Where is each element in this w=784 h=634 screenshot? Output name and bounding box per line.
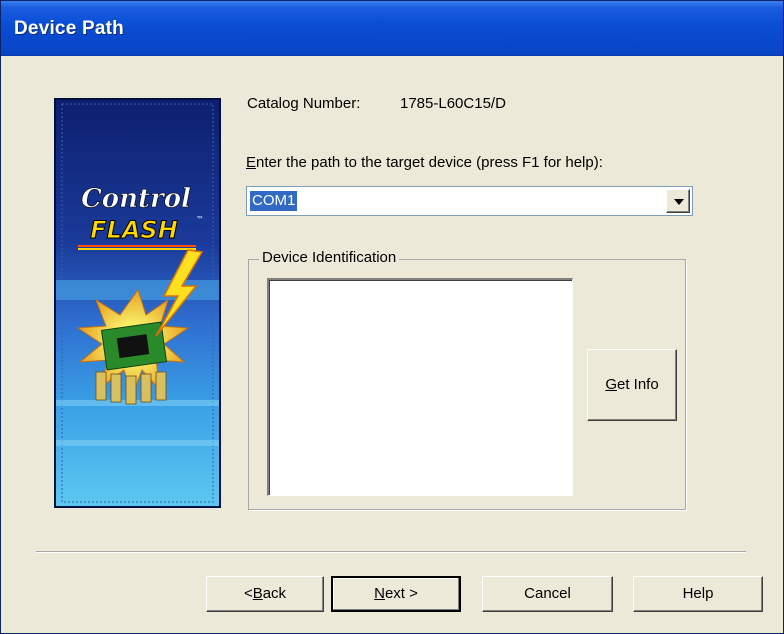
next-rest: ext >: [384, 585, 418, 602]
cancel-button[interactable]: Cancel: [482, 576, 613, 612]
back-button[interactable]: < Back: [206, 576, 324, 612]
back-mnemonic: B: [252, 585, 263, 602]
control-flash-logo: Control FLASH ™: [56, 100, 219, 506]
footer-separator: [36, 551, 746, 553]
get-info-button[interactable]: Get Info: [587, 349, 677, 421]
logo-line1: Control: [81, 184, 191, 214]
back-prefix: <: [243, 585, 253, 602]
catalog-number-value: 1785-L60C15/D: [400, 95, 506, 112]
back-rest: ack: [262, 585, 287, 602]
next-button[interactable]: Next >: [331, 576, 461, 612]
get-info-rest: et Info: [616, 376, 659, 393]
catalog-number-label: Catalog Number:: [247, 95, 361, 112]
help-button[interactable]: Help: [633, 576, 763, 612]
next-mnemonic: N: [374, 585, 385, 602]
device-identification-label: Device Identification: [259, 249, 400, 266]
logo-line2: FLASH: [90, 216, 178, 244]
path-prompt-label: Enter the path to the target device (pre…: [246, 154, 603, 171]
path-prompt-mnemonic: E: [246, 154, 257, 171]
dropdown-arrow-icon[interactable]: [666, 189, 690, 213]
device-identification-list[interactable]: [267, 278, 573, 496]
window-title: Device Path: [14, 18, 124, 39]
title-bar[interactable]: Device Path: [1, 1, 783, 56]
device-path-selected: COM1: [250, 191, 298, 211]
control-flash-banner: Control FLASH ™: [54, 98, 221, 508]
path-prompt-rest: nter the path to the target device (pres…: [256, 154, 603, 171]
get-info-mnemonic: G: [605, 376, 617, 393]
logo-mark: ™: [196, 215, 204, 224]
device-path-combobox[interactable]: COM1: [246, 186, 693, 216]
device-path-dialog: Device Path Control FLASH ™ Catalog Numb…: [0, 0, 784, 634]
